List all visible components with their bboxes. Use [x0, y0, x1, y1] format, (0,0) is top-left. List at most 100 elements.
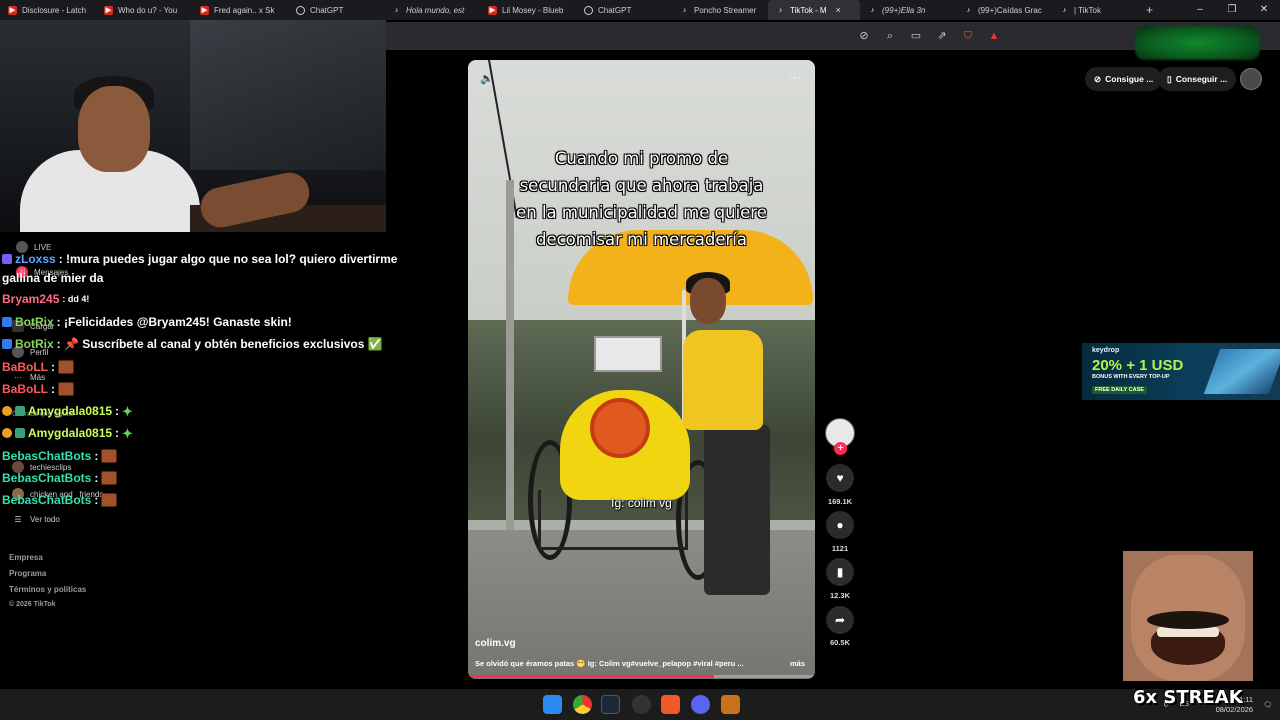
browser-tab[interactable]: ♪ Poncho Streamer	[672, 0, 768, 20]
browser-tab[interactable]: ♪ | TikTok	[1052, 0, 1136, 20]
video-description: Se olvidó que éramos patas 😁 Ig: Colim v…	[475, 659, 744, 668]
user-badge	[15, 428, 25, 438]
emote-icon: ✦	[122, 426, 133, 441]
chat-username: BaBoLL	[2, 360, 48, 374]
browser-tab-active[interactable]: ♪ TikTok - M ×	[768, 0, 860, 20]
caption-line: en la municipalidad me quiere	[516, 203, 767, 222]
chat-text: :	[115, 404, 120, 418]
browser-tab[interactable]: ♪ (99+)Ella 3n	[860, 0, 956, 20]
comment-icon: ●	[836, 518, 844, 532]
comment-button[interactable]: ●	[826, 511, 854, 539]
weapon-illustration	[1203, 349, 1280, 394]
chatgpt-icon	[296, 5, 305, 15]
tiktok-icon: ♪	[966, 6, 971, 14]
browser-tab[interactable]: ▶ Disclosure - Latch	[0, 0, 96, 20]
see-all-link[interactable]: ☰ Ver todo	[12, 515, 60, 524]
app-icon[interactable]	[721, 695, 740, 714]
tab-label: TikTok - M	[790, 5, 827, 15]
windows-taskbar: ⌃ ⟳ ES ⌔ 1:11 08/02/2026 🗨	[0, 689, 1280, 720]
browser-tab[interactable]: ▶ Lil Mosey - Blueb	[480, 0, 576, 20]
chat-text: :	[51, 360, 55, 374]
chat-text: : ¡Felicidades @Bryam245! Ganaste skin!	[56, 315, 292, 329]
chat-message: BotRix: 📌 Suscríbete al canal y obtén be…	[2, 337, 383, 351]
maximize-icon[interactable]: ❐	[1216, 0, 1248, 20]
video-author[interactable]: colim.vg	[475, 638, 516, 649]
chrome-icon[interactable]	[573, 695, 592, 714]
chat-username: BotRix	[15, 337, 54, 351]
close-window-icon[interactable]: ✕	[1248, 0, 1280, 20]
tab-label: Who do u? - You	[118, 5, 178, 15]
sidebar-item-label: LIVE	[34, 242, 52, 252]
minimize-icon[interactable]: –	[1184, 0, 1216, 20]
browser-tab[interactable]: ChatGPT	[288, 0, 384, 20]
more-icon: ···	[14, 373, 22, 382]
user-badge	[2, 254, 12, 264]
chat-text: : !mura puedes jugar algo que no sea lol…	[58, 252, 398, 266]
windows-start-icon[interactable]	[543, 695, 562, 714]
browser-tab[interactable]: ▶ Who do u? - You	[96, 0, 192, 20]
brave-icon[interactable]	[661, 695, 680, 714]
brave-shield-icon[interactable]: ⛉	[962, 30, 974, 42]
description-more-link[interactable]: más	[790, 659, 805, 668]
streak-overlay: 6x STREAK	[1133, 687, 1243, 708]
profile-avatar[interactable]	[1240, 68, 1262, 90]
share-icon[interactable]: ⇗	[936, 30, 948, 42]
video-player[interactable]: 🔈 ··· Cuando mi promo de secundaria que …	[468, 60, 815, 679]
ad-banner[interactable]: keydrop 20% + 1 USD BONUS WITH EVERY TOP…	[1082, 343, 1280, 400]
chat-text: :	[94, 493, 99, 507]
browser-tab[interactable]: ▶ Fred again.. x Sk	[192, 0, 288, 20]
footer-link-terms[interactable]: Términos y políticas	[9, 585, 86, 594]
discord-icon[interactable]	[691, 695, 710, 714]
phone-icon: ▯	[1167, 73, 1172, 84]
browser-tab[interactable]: ♪ Hola mundo, est	[384, 0, 480, 20]
chat-text: :	[94, 449, 99, 463]
tab-label: ChatGPT	[598, 5, 632, 15]
chat-text: gallina de mier da	[2, 271, 104, 285]
screenshot-icon[interactable]: ▭	[910, 30, 922, 42]
share-button[interactable]: ➦	[826, 606, 854, 634]
caption-line: secundaria que ahora trabaja	[519, 176, 764, 195]
chat-text: :	[115, 426, 120, 440]
caption-line: decomisar mi mercadería	[535, 230, 748, 249]
heart-icon: ♥	[836, 471, 844, 485]
coin-icon: ⊘	[1094, 73, 1102, 84]
notification-icon[interactable]: 🗨	[1263, 701, 1272, 709]
zoom-icon[interactable]: ⌕	[884, 30, 896, 42]
chat-message: gallina de mier da	[2, 271, 103, 285]
user-badge	[2, 406, 12, 416]
brave-rewards-icon[interactable]: ▲	[988, 30, 1000, 42]
footer-link-program[interactable]: Programa	[9, 569, 46, 578]
sidebar-item-label: Ver todo	[30, 515, 60, 524]
tab-label: | TikTok	[1074, 5, 1101, 15]
share-count: 60.5K	[829, 638, 850, 647]
emote-icon	[101, 471, 118, 485]
get-app-button[interactable]: ▯ Conseguir ...	[1158, 67, 1237, 91]
browser-tab[interactable]: ChatGPT	[576, 0, 672, 20]
like-count: 169.1K	[827, 497, 853, 506]
list-icon: ☰	[14, 515, 22, 524]
share-arrow-icon: ➦	[834, 613, 846, 627]
screen: ▶ Disclosure - Latch ▶ Who do u? - You ▶ Fr…	[0, 0, 1280, 720]
chat-message: BaBoLL:	[2, 382, 74, 396]
new-tab-button[interactable]: +	[1136, 3, 1163, 17]
volume-icon[interactable]: 🔈	[480, 72, 494, 85]
steam-icon[interactable]	[601, 695, 620, 714]
close-tab-icon[interactable]: ×	[836, 5, 841, 15]
chat-message: Amygdala0815: ✦	[2, 404, 133, 419]
obs-icon[interactable]	[632, 695, 651, 714]
chat-text: : dd 4!	[62, 294, 90, 304]
browser-tab[interactable]: ♪ (99+)Caídas Grac	[956, 0, 1052, 20]
save-button[interactable]: ▮	[826, 558, 854, 586]
chat-text: :	[51, 382, 55, 396]
chatgpt-icon	[584, 5, 593, 15]
more-options-icon[interactable]: ···	[788, 70, 803, 84]
footer-link-company[interactable]: Empresa	[9, 553, 43, 562]
mute-site-icon[interactable]: ⊘	[858, 30, 870, 42]
tab-label: Poncho Streamer	[694, 5, 757, 15]
sidebar-item-more[interactable]: ··· Más	[12, 373, 45, 382]
like-button[interactable]: ♥	[826, 464, 854, 492]
video-progress-bar[interactable]	[468, 675, 815, 678]
follow-plus-icon[interactable]: +	[834, 442, 847, 455]
chat-message: zLoxss: !mura puedes jugar algo que no s…	[2, 252, 397, 266]
get-coins-button[interactable]: ⊘ Consigue ...	[1085, 67, 1163, 91]
